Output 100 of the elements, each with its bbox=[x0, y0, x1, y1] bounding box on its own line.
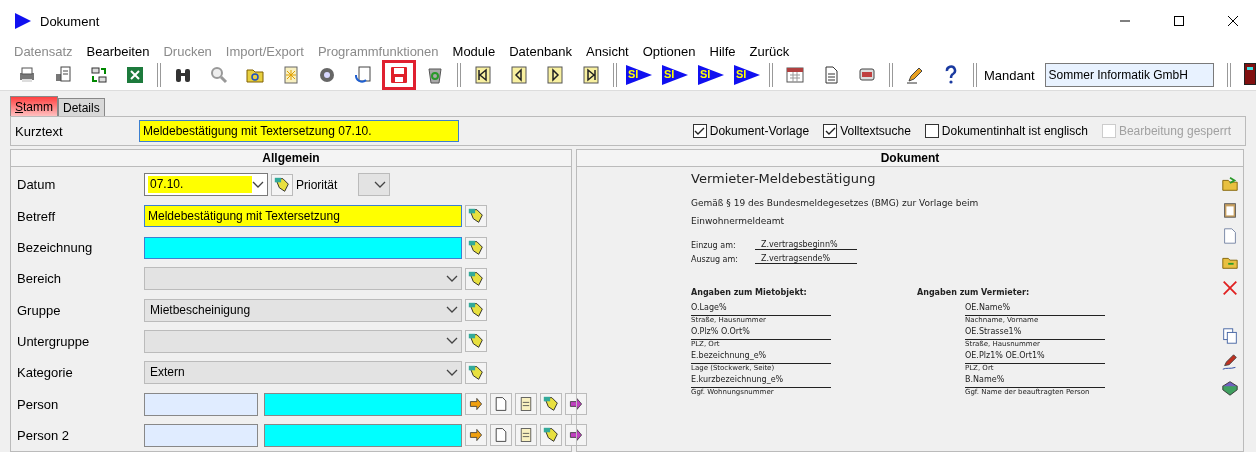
field-label: Gruppe bbox=[17, 302, 62, 318]
column-heading: Angaben zum Vermieter: bbox=[917, 288, 1031, 298]
dropdown-caret-icon bbox=[446, 306, 458, 315]
placeholder-line: O.Plz% O.Ort% bbox=[691, 327, 831, 341]
dropdown[interactable]: Mietbescheinigung bbox=[144, 298, 462, 322]
field-label: Betreff bbox=[17, 208, 57, 224]
tab[interactable]: Stamm bbox=[10, 96, 58, 117]
recycle-bin-icon bbox=[425, 65, 445, 86]
field-label: Kategorie bbox=[17, 365, 74, 381]
placeholder-line: E.kurzbezeichnung_e% bbox=[691, 375, 831, 389]
maximize-icon bbox=[1174, 16, 1184, 27]
fill-in-line: Z.vertragsende% bbox=[755, 254, 857, 265]
dropdown-caret-icon bbox=[446, 337, 458, 346]
menu-item[interactable]: Zurück bbox=[749, 44, 790, 60]
right-arrow-icon bbox=[568, 396, 584, 413]
checkbox[interactable] bbox=[924, 124, 939, 139]
right-arrow-icon bbox=[468, 396, 484, 413]
new-document-button[interactable] bbox=[490, 424, 512, 447]
hand-pencil-icon bbox=[467, 301, 485, 320]
arrow-button[interactable] bbox=[465, 393, 487, 416]
edit-button[interactable] bbox=[465, 299, 487, 322]
edit-button[interactable] bbox=[540, 393, 562, 416]
hand-pencil-icon bbox=[542, 426, 560, 445]
dropdown-caret-icon bbox=[446, 368, 458, 377]
column-heading: Angaben zum Mietobjekt: bbox=[691, 288, 808, 298]
placeholder-line: OE.Strasse1% bbox=[965, 327, 1105, 341]
play-triangle-icon bbox=[733, 64, 761, 87]
checkbox-label[interactable]: Dokumentinhalt ist englisch bbox=[924, 124, 1088, 139]
placeholder-line: OE.Name% bbox=[965, 303, 1105, 317]
menu-item[interactable]: Datenbank bbox=[509, 44, 573, 60]
fill-in-line: Z.vertragsbeginn% bbox=[755, 240, 857, 251]
edit-button[interactable] bbox=[540, 424, 562, 447]
document-button[interactable] bbox=[515, 393, 537, 416]
dropdown[interactable]: Extern bbox=[144, 361, 462, 385]
text-field[interactable] bbox=[144, 236, 462, 259]
hand-pencil-icon bbox=[542, 395, 560, 414]
mandant-field[interactable]: Sommer Informatik GmbH bbox=[1044, 63, 1215, 88]
hand-pencil-icon bbox=[467, 269, 485, 288]
new-document-button[interactable] bbox=[490, 393, 512, 416]
date-label: Auszug am: bbox=[691, 255, 739, 265]
exit-door-icon[interactable] bbox=[1244, 62, 1256, 85]
edit-button[interactable] bbox=[465, 330, 487, 353]
person-id-field[interactable] bbox=[144, 423, 258, 447]
play-triangle-icon bbox=[661, 64, 689, 87]
field-label: Untergruppe bbox=[17, 333, 91, 349]
text-field[interactable]: Meldebestätigung mit Textersetzung bbox=[144, 205, 462, 228]
hand-pencil-icon bbox=[467, 207, 485, 226]
pencil-icon bbox=[1221, 353, 1239, 372]
kurztext-field[interactable]: Meldebestätigung mit Textersetzung 07.10. bbox=[139, 120, 459, 143]
field-label: Person 2 bbox=[17, 427, 71, 443]
arrow-button[interactable] bbox=[465, 424, 487, 447]
placeholder-line: OE.Plz1% OE.Ort1% bbox=[965, 351, 1105, 365]
checkbox[interactable] bbox=[823, 124, 838, 139]
checkbox-label[interactable]: Volltextsuche bbox=[823, 124, 911, 139]
person-id-field[interactable] bbox=[144, 392, 258, 416]
hand-pencil-icon bbox=[467, 332, 485, 351]
edit-button[interactable] bbox=[465, 267, 487, 290]
play-button[interactable]: SI bbox=[730, 60, 764, 91]
tab[interactable]: Details bbox=[58, 98, 105, 117]
dropdown-caret-icon bbox=[374, 180, 387, 189]
field-label: Kurztext bbox=[15, 123, 64, 139]
play-triangle-icon bbox=[697, 64, 725, 87]
play-button[interactable]: SI bbox=[694, 60, 728, 91]
spreadsheet-icon bbox=[125, 65, 145, 86]
section-header: Allgemein bbox=[11, 150, 571, 168]
field-label: Bezeichnung bbox=[17, 240, 94, 256]
menu-item[interactable]: Hilfe bbox=[709, 44, 736, 60]
play-triangle-icon bbox=[625, 64, 653, 87]
menu-item[interactable]: Module bbox=[452, 44, 496, 60]
menu-item[interactable]: Ansicht bbox=[586, 44, 629, 60]
edit-button[interactable] bbox=[271, 173, 293, 196]
date-field[interactable]: 07.10. bbox=[144, 173, 268, 197]
hand-pencil-icon bbox=[467, 363, 485, 382]
magnifier-icon bbox=[209, 65, 229, 86]
play-button[interactable]: SI bbox=[658, 60, 692, 91]
arrow-button[interactable] bbox=[565, 424, 587, 447]
copy-icon bbox=[1221, 327, 1239, 346]
menu-item[interactable]: Bearbeiten bbox=[86, 44, 150, 60]
hand-pencil-icon bbox=[467, 238, 485, 257]
edit-button[interactable] bbox=[465, 361, 487, 384]
arrow-button[interactable] bbox=[565, 393, 587, 416]
document-button[interactable] bbox=[515, 424, 537, 447]
pencil-icon bbox=[905, 65, 925, 86]
menu-item[interactable]: Optionen bbox=[642, 44, 696, 60]
placeholder-line: E.bezeichnung_e% bbox=[691, 351, 831, 365]
person-name-field[interactable] bbox=[264, 392, 462, 416]
right-arrow-icon bbox=[468, 427, 484, 444]
play-button[interactable]: SI bbox=[622, 60, 656, 91]
edit-button[interactable] bbox=[465, 236, 487, 259]
document-refresh-icon bbox=[353, 65, 373, 86]
edit-button[interactable] bbox=[465, 205, 487, 228]
checkbox-label[interactable]: Dokument-Vorlage bbox=[692, 124, 810, 139]
blank-page-icon bbox=[493, 427, 509, 444]
date-label: Einzug am: bbox=[691, 241, 737, 251]
person-name-field[interactable] bbox=[264, 423, 462, 447]
field-label: Bereich bbox=[17, 271, 63, 287]
checkbox[interactable] bbox=[692, 124, 707, 139]
close-icon bbox=[1221, 279, 1239, 298]
close-icon bbox=[1228, 16, 1238, 27]
right-arrow-icon bbox=[568, 427, 584, 444]
